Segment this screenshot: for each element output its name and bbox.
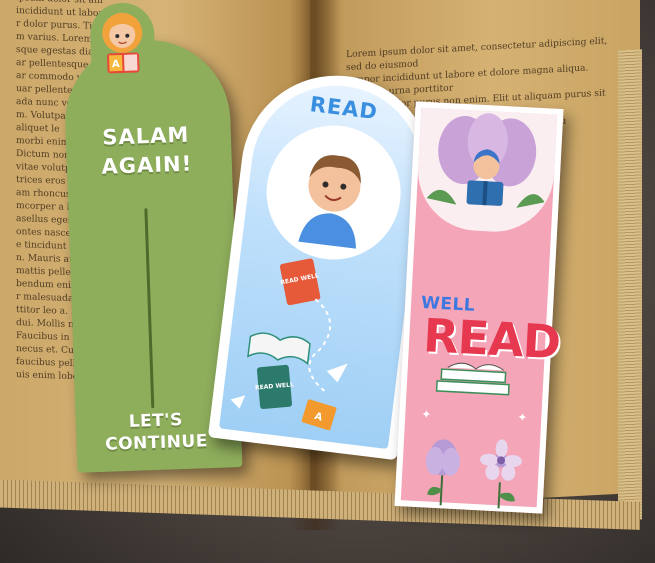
- boy-icon: [298, 155, 361, 249]
- paper-plane-icon: [326, 363, 348, 383]
- green-book-icon: READ WELL: [255, 364, 294, 410]
- bookmark-green-tab: A: [89, 1, 157, 100]
- bookmark-green-title: SALAM AGAIN!: [65, 119, 227, 183]
- orange-book-icon: A: [301, 399, 337, 431]
- open-book-icon: [247, 332, 311, 366]
- purple-flower-icon: [425, 439, 460, 506]
- blue-books-illustration: READ WELL READ WELL A: [230, 258, 348, 431]
- sparkle-icon: ✦: [421, 407, 432, 422]
- bookmark-pink-header: [415, 107, 558, 235]
- bookmark-green-divider: [144, 208, 155, 409]
- bookmark-blue-panel: READ READ WELL READ WELL A: [219, 75, 431, 450]
- photo-scene: ipsum dolor sit am incididunt ut labore …: [0, 0, 655, 563]
- bookmark-pink: WELL READ ✦ ✦: [394, 101, 564, 514]
- pink-bottom-illustration: ✦ ✦: [421, 362, 528, 509]
- paper-plane-small-icon: [230, 395, 246, 409]
- title-line-2: AGAIN!: [101, 151, 193, 179]
- lilac-flower-icon: [480, 439, 523, 509]
- flower-girl-icon: [426, 113, 545, 208]
- book-letter: A: [112, 59, 120, 70]
- book-stack-icon: [435, 362, 510, 396]
- sparkle-icon: ✦: [517, 410, 528, 425]
- book-page-edges: [618, 49, 642, 521]
- title-line-1: SALAM: [101, 122, 190, 150]
- boy-portrait-circle: [258, 117, 409, 268]
- reading-girl-icon: A: [102, 12, 143, 74]
